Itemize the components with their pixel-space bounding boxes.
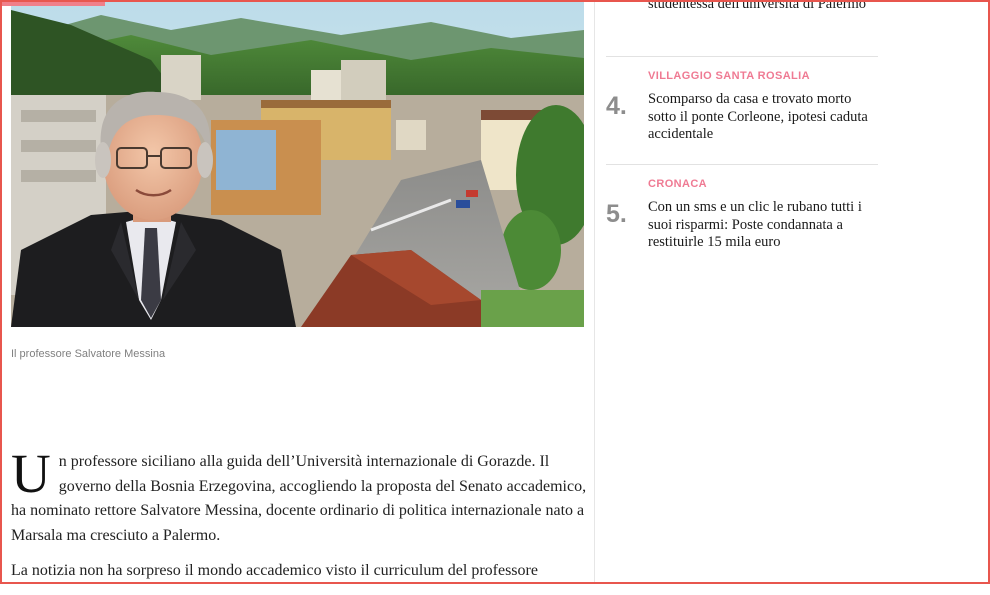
hero-photo — [11, 0, 584, 327]
article-paragraph-2: La notizia non ha sorpreso il mondo acca… — [11, 562, 538, 579]
list-separator — [606, 164, 878, 165]
headline-link[interactable]: Con un sms e un clic le rubano tutti i s… — [648, 199, 880, 252]
list-separator — [606, 56, 878, 57]
article-body: U n professore siciliano alla guida dell… — [11, 443, 587, 595]
rank-number: 4. — [606, 92, 627, 120]
article-hero-image[interactable] — [11, 0, 584, 327]
article-paragraph-1: U n professore siciliano alla guida dell… — [11, 443, 587, 548]
paragraph-1-text: n professore siciliano alla guida dell’U… — [11, 453, 587, 544]
dropcap-letter: U — [11, 443, 51, 504]
headline-link[interactable]: Scomparso da casa e trovato morto sotto … — [648, 91, 880, 144]
image-caption: Il professore Salvatore Messina — [11, 348, 166, 360]
column-divider — [594, 0, 595, 584]
category-label[interactable]: VILLAGGIO SANTA ROSALIA — [648, 70, 810, 82]
headline-link[interactable]: studentessa dell'università di Palermo — [648, 0, 880, 14]
rank-number: 5. — [606, 200, 627, 228]
reading-progress-bar — [2, 2, 105, 6]
category-label[interactable]: CRONACA — [648, 178, 707, 190]
